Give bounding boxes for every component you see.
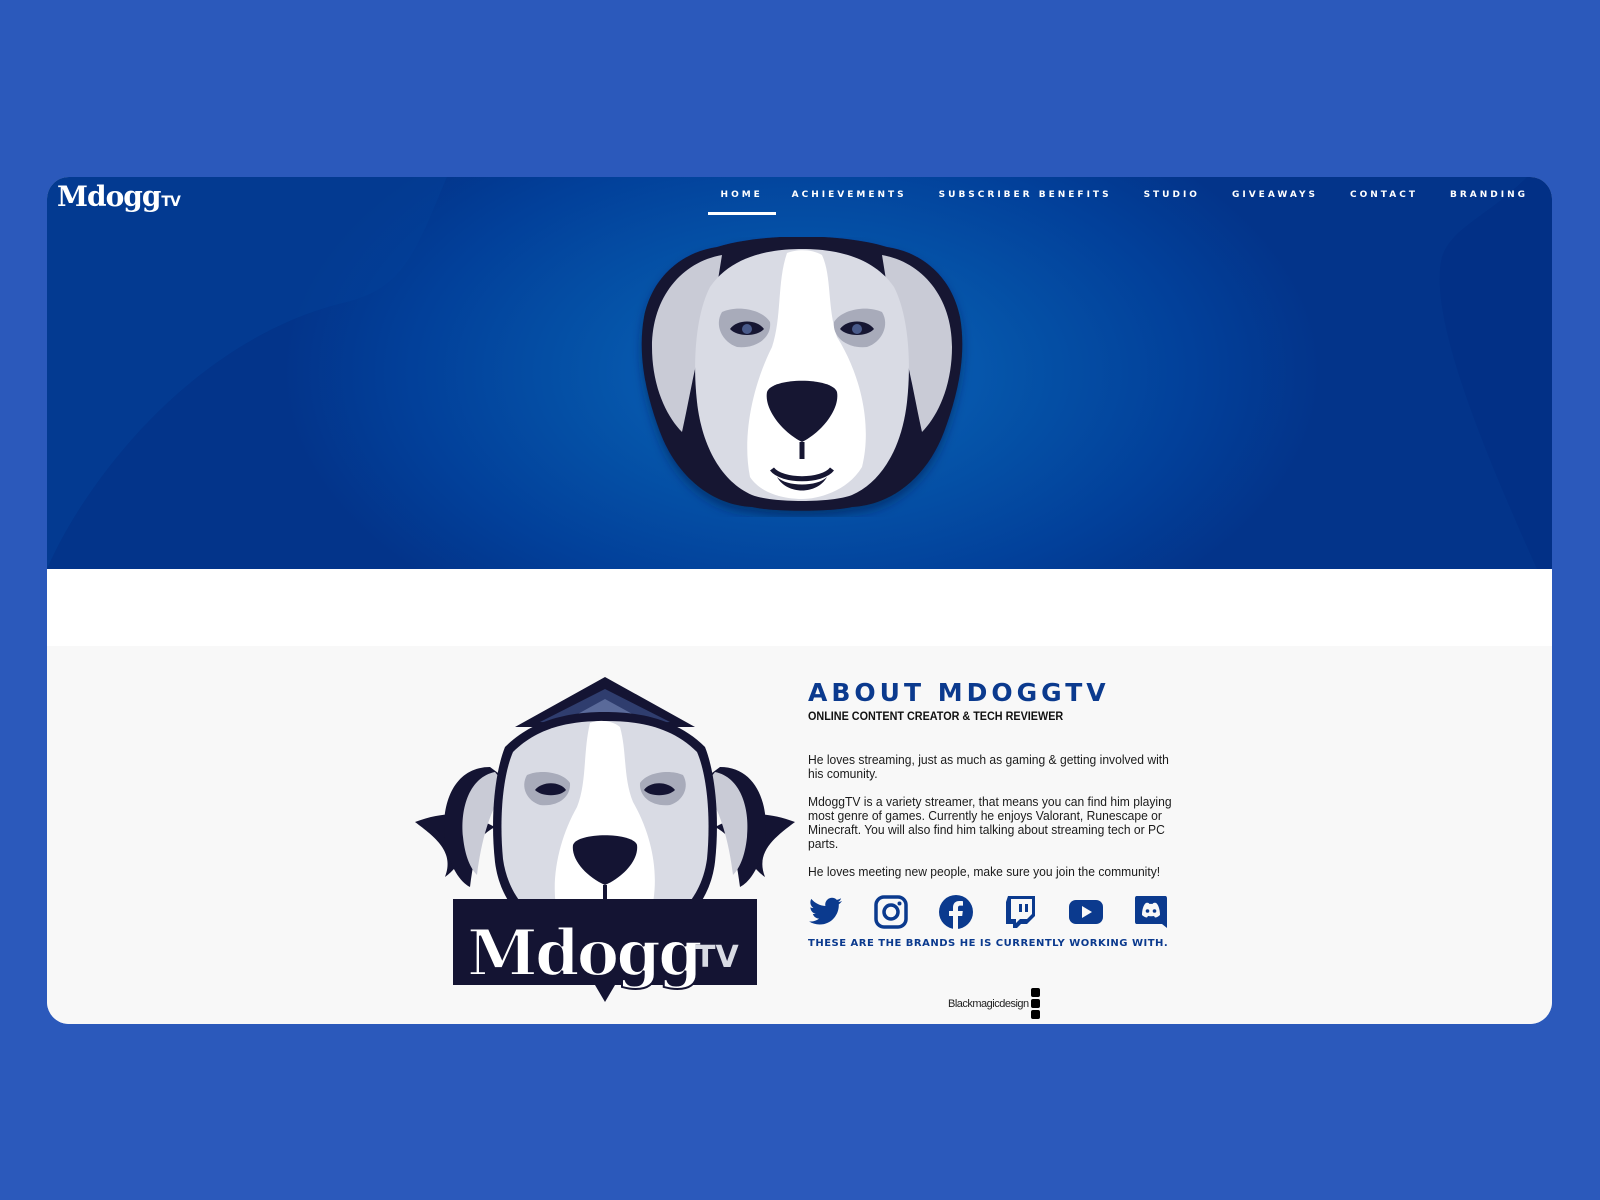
nav-contact[interactable]: CONTACT — [1334, 177, 1434, 213]
youtube-icon[interactable] — [1068, 894, 1104, 930]
site-window: MdoggTV HOME ACHIEVEMENTS SUBSCRIBER BEN… — [47, 177, 1552, 1024]
twitch-icon[interactable] — [1003, 894, 1039, 930]
blackmagic-partner-logo[interactable]: Blackmagicdesign — [948, 988, 1040, 1020]
logo-text: Mdogg — [57, 180, 161, 213]
hero-banner: MdoggTV HOME ACHIEVEMENTS SUBSCRIBER BEN… — [47, 177, 1552, 569]
about-paragraph: He loves streaming, just as much as gami… — [808, 752, 1169, 781]
about-paragraph: MdoggTV is a variety streamer, that mean… — [808, 794, 1172, 851]
site-logo[interactable]: MdoggTV — [57, 180, 181, 213]
badge-logo-text: Mdogg — [467, 916, 702, 991]
nav-subscriber-benefits[interactable]: SUBSCRIBER BENEFITS — [923, 177, 1128, 213]
about-paragraph: He loves meeting new people, make sure y… — [808, 864, 1161, 879]
about-content: ABOUT MDOGGTV ONLINE CONTENT CREATOR & T… — [808, 678, 1198, 950]
discord-icon[interactable] — [1133, 894, 1169, 930]
nav-home[interactable]: HOME — [707, 177, 776, 215]
brands-heading: THESE ARE THE BRANDS HE IS CURRENTLY WOR… — [808, 938, 1169, 949]
about-title: ABOUT MDOGGTV — [808, 678, 1110, 707]
instagram-icon[interactable] — [873, 894, 909, 930]
logo-suffix: TV — [161, 194, 180, 210]
partner-logo-text: Blackmagicdesign — [948, 998, 1029, 1010]
nav-giveaways[interactable]: GIVEAWAYS — [1216, 177, 1334, 213]
nav-branding[interactable]: BRANDING — [1434, 177, 1552, 213]
nav-studio[interactable]: STUDIO — [1128, 177, 1216, 213]
badge-logo-suffix: TV — [695, 940, 739, 975]
nav-achievements[interactable]: ACHIEVEMENTS — [776, 177, 923, 213]
main-nav: HOME ACHIEVEMENTS SUBSCRIBER BENEFITS ST… — [707, 177, 1552, 215]
facebook-icon[interactable] — [938, 894, 974, 930]
about-subtitle: ONLINE CONTENT CREATOR & TECH REVIEWER — [808, 709, 1064, 723]
blackmagic-mark-icon — [1030, 988, 1040, 1019]
about-section: Mdogg TV ABOUT MDOGGTV ONLINE CONTENT CR… — [47, 646, 1552, 1024]
twitter-icon[interactable] — [808, 894, 844, 930]
mdoggtv-badge-logo: Mdogg TV — [415, 677, 795, 1002]
dog-mascot-image — [641, 237, 963, 511]
social-links — [808, 894, 1198, 930]
